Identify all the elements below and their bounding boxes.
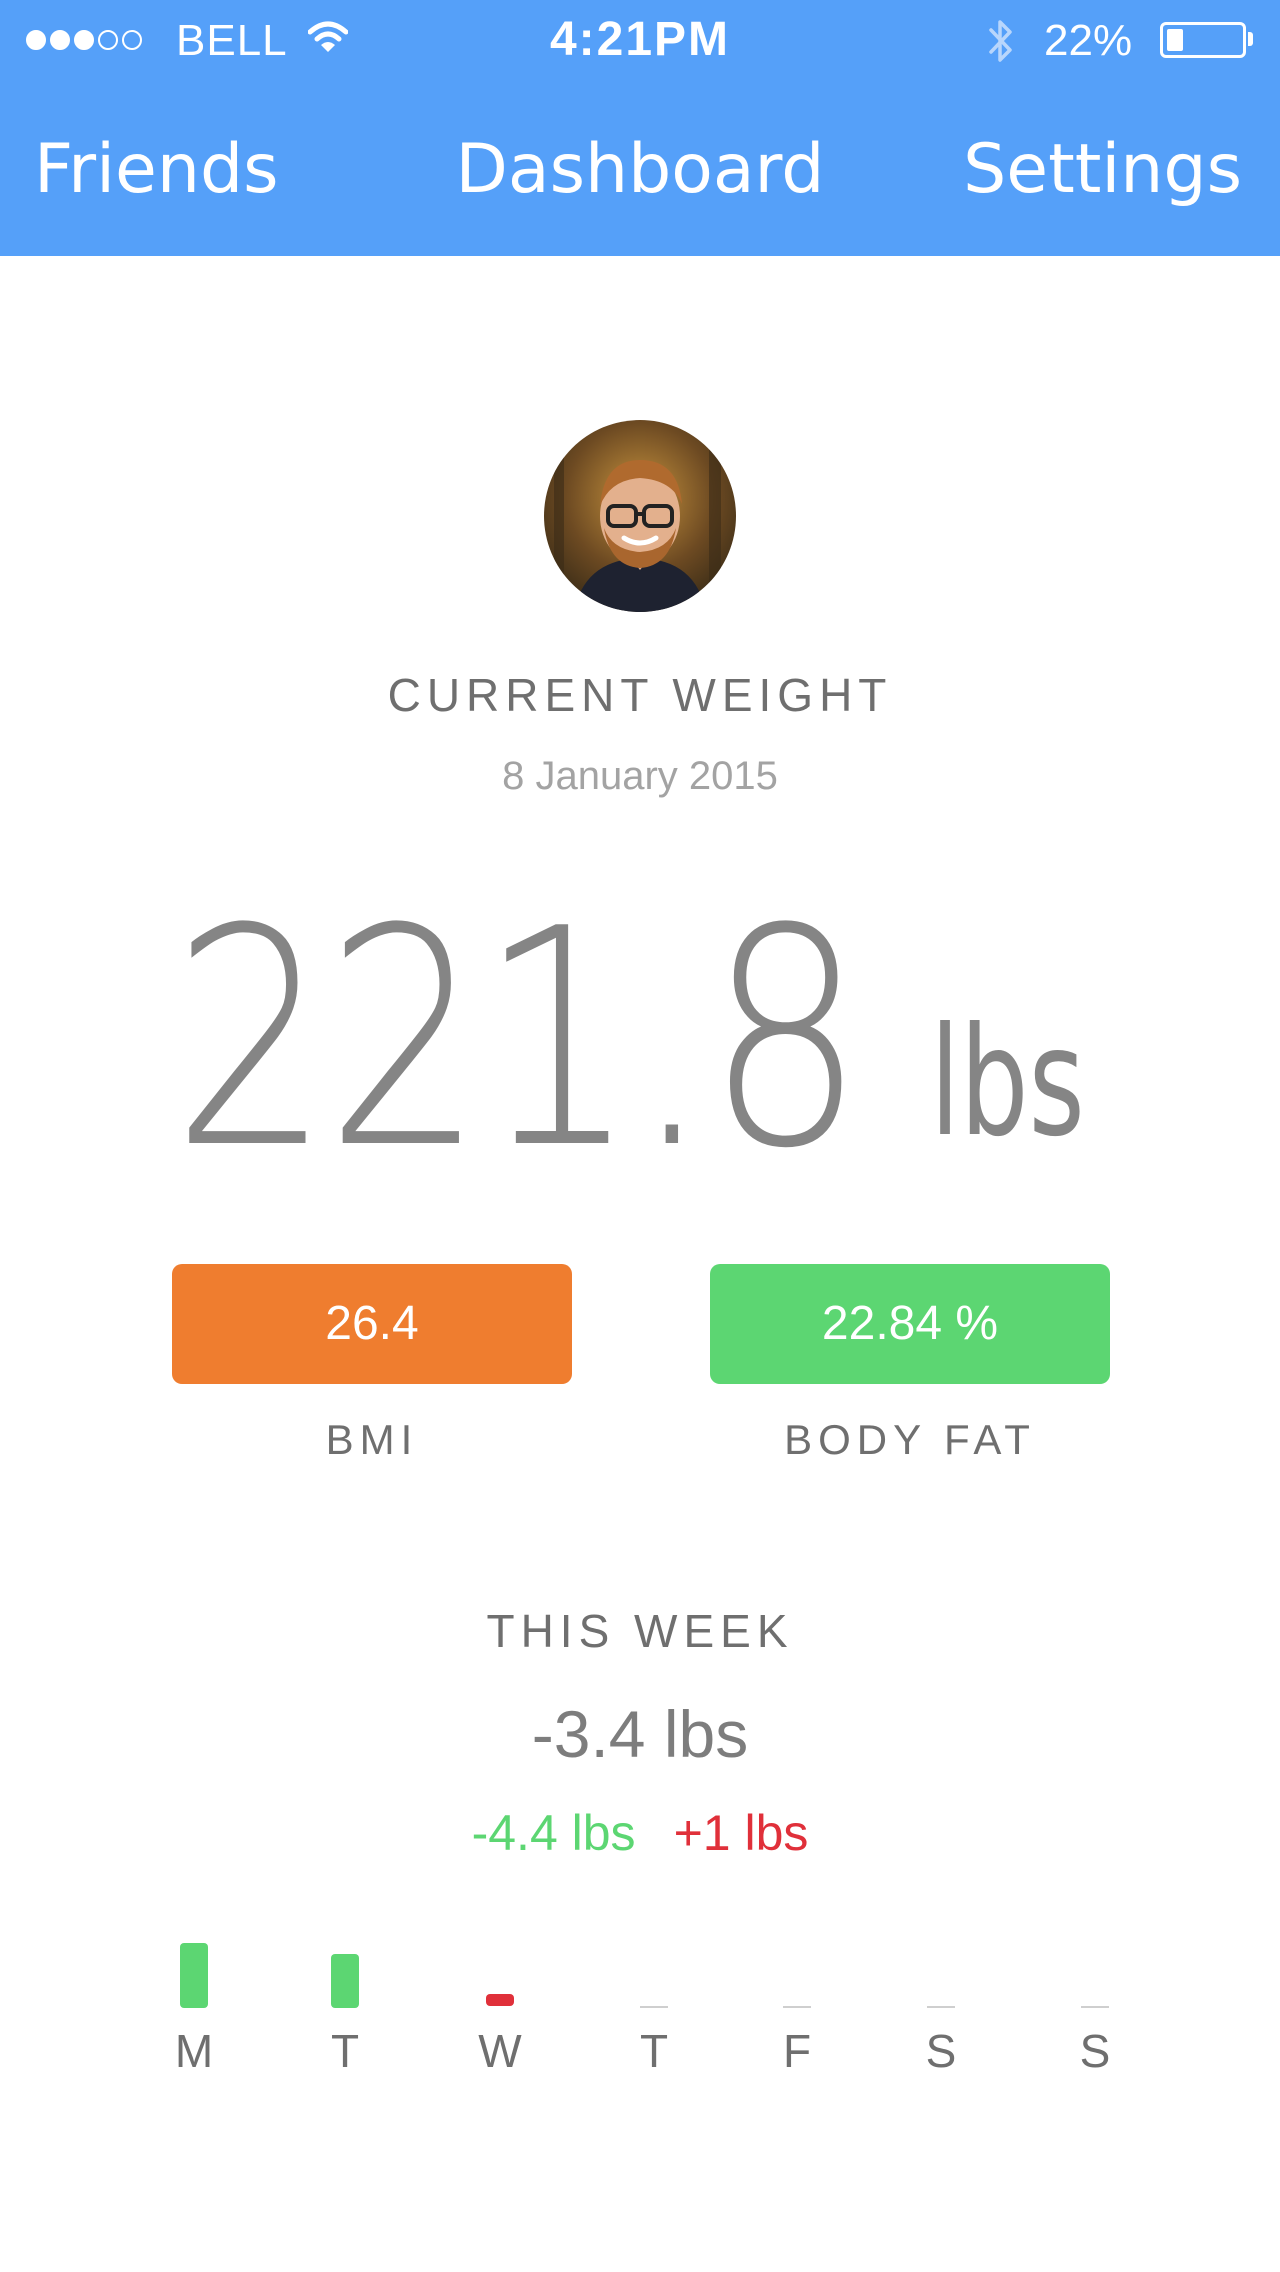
day-letter: F [782,2025,812,2077]
battery-nub [1248,32,1253,46]
week-gain: +1 lbs [673,1805,809,1861]
battery-level [1167,29,1183,51]
day-column: S [1055,1930,1135,2090]
day-letter: T [330,2025,360,2077]
bmi-badge[interactable]: 26.4 [172,1264,572,1384]
loss-bar [180,1943,208,2008]
no-change-bar [927,2006,955,2008]
day-column: T [614,1930,694,2090]
day-letter: S [1079,2025,1111,2077]
settings-button[interactable]: Settings [963,130,1242,210]
battery-percentage: 22% [1044,16,1133,65]
avatar[interactable] [544,420,736,612]
header: BELL 4:21PM 22% Friends Dashboard Settin… [0,0,1280,256]
navigation-bar: Friends Dashboard Settings [0,120,1280,230]
bmi-label: BMI [325,1416,419,1463]
current-weight-label: CURRENT WEIGHT [387,669,893,721]
day-column: F [757,1930,837,2090]
day-column: S [901,1930,981,2090]
day-letter: S [925,2025,957,2077]
daily-change-chart: MTWTFSS [0,1930,1280,2090]
week-change: -3.4 lbs [531,1697,749,1771]
gain-bar [486,1994,514,2006]
this-week-label: THIS WEEK [486,1605,794,1657]
no-change-bar [1081,2006,1109,2008]
day-column: T [305,1930,385,2090]
body-fat-label: BODY FAT [784,1416,1036,1463]
no-change-bar [640,2006,668,2008]
no-change-bar [783,2006,811,2008]
day-letter: T [639,2025,669,2077]
bluetooth-icon [986,16,1016,71]
week-loss: -4.4 lbs [471,1805,636,1861]
week-breakdown: -4.4 lbs +1 lbs [0,1804,1280,1862]
day-letter: M [174,2025,214,2077]
dashboard-screen: BELL 4:21PM 22% Friends Dashboard Settin… [0,0,1280,2272]
weight-unit: lbs [930,996,1085,1170]
day-column: M [154,1930,234,2090]
day-column: W [460,1930,540,2090]
loss-bar [331,1954,359,2008]
status-bar: BELL 4:21PM 22% [0,0,1280,80]
day-letter: W [478,2025,522,2077]
weight-date: 8 January 2015 [502,754,778,798]
battery-icon [1160,22,1246,58]
current-weight-display: 221.8 lbs [0,890,1280,1190]
weight-value: 221.8 [172,865,865,1214]
body-fat-badge[interactable]: 22.84 % [710,1264,1110,1384]
